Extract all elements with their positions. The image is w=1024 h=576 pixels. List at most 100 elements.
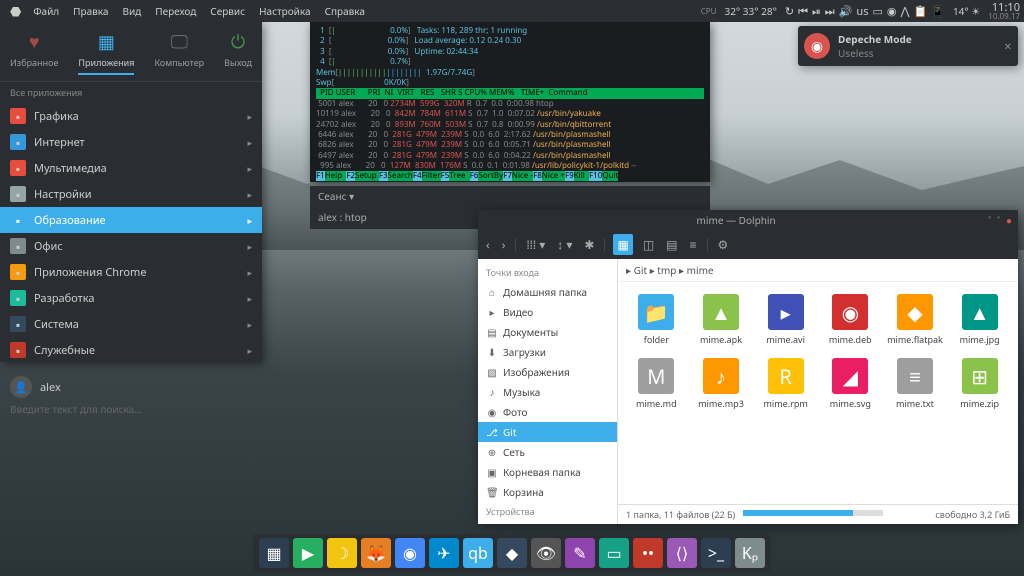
category-item[interactable]: ▪Разработка▸	[0, 285, 262, 311]
launcher-tab[interactable]: ⏻Выход	[224, 30, 252, 75]
dock-item[interactable]: qb	[463, 538, 493, 568]
close-icon[interactable]: ✕	[1004, 39, 1012, 53]
launcher-tab[interactable]: 🖵Компьютер	[154, 30, 204, 75]
launcher-tab[interactable]: ▦Приложения	[78, 30, 134, 75]
sidebar-item[interactable]: ⬇Загрузки	[478, 342, 617, 362]
file-item[interactable]: ▸mime.avi	[755, 290, 816, 350]
process-row[interactable]: 6826 alex 20 0 281G 479M 239M S 0.0 6.0 …	[316, 140, 704, 150]
terminal-session-bar[interactable]: Сеанс ▾	[310, 186, 710, 206]
category-item[interactable]: ▪Настройки▸	[0, 181, 262, 207]
file-item[interactable]: ▲mime.apk	[691, 290, 752, 350]
menu-item[interactable]: Справка	[319, 2, 371, 20]
clipboard-icon[interactable]: 📋	[914, 4, 928, 19]
weather[interactable]: 14° ☀	[953, 4, 980, 18]
dock-item[interactable]: ☽	[327, 538, 357, 568]
process-row[interactable]: 10119 alex 20 0 842M 784M 611M S 0.7 1.0…	[316, 109, 704, 119]
menu-item[interactable]: Файл	[27, 2, 65, 20]
menu-icon[interactable]: ⚙	[716, 234, 731, 255]
category-item[interactable]: ▪Мультимедиа▸	[0, 155, 262, 181]
process-row[interactable]: 6497 alex 20 0 281G 479M 239M S 0.0 6.0 …	[316, 151, 704, 161]
category-item[interactable]: ▪Офис▸	[0, 233, 262, 259]
file-item[interactable]: ≡mime.txt	[885, 354, 946, 414]
clock[interactable]: 11:10 10.09.17	[988, 2, 1020, 21]
file-item[interactable]: 📁folder	[626, 290, 687, 350]
sidebar-item[interactable]: ♪Музыка	[478, 382, 617, 402]
file-item[interactable]: ⊞mime.zip	[949, 354, 1010, 414]
maximize-icon[interactable]: ˄	[997, 213, 1000, 227]
process-row[interactable]: 5001 alex 20 0 2734M 599G 320M R 0.7 0.0…	[316, 99, 704, 109]
dock-item[interactable]: ⟨⟩	[667, 538, 697, 568]
sort-icon[interactable]: ↕ ▾	[555, 234, 574, 255]
minimize-icon[interactable]: ˅	[988, 213, 991, 227]
dock-item[interactable]: ✈	[429, 538, 459, 568]
sidebar-item[interactable]: ▭Multimedia	[478, 521, 617, 524]
menu-item[interactable]: Вид	[116, 2, 147, 20]
menu-item[interactable]: Переход	[149, 2, 202, 20]
launcher-tab[interactable]: ♥Избранное	[10, 30, 58, 75]
view-list-icon[interactable]: ▤	[664, 234, 679, 255]
back-icon[interactable]: ‹	[484, 234, 492, 255]
file-item[interactable]: ◢mime.svg	[820, 354, 881, 414]
kde-logo[interactable]: ⬣	[4, 2, 27, 20]
dock-item[interactable]: ••	[633, 538, 663, 568]
sidebar-item[interactable]: ⌂Домашняя папка	[478, 282, 617, 302]
bluetooth-icon[interactable]: ⋀	[901, 4, 910, 19]
media-next-icon[interactable]: ⏭	[825, 4, 835, 19]
sidebar-item[interactable]: ⎇Git	[478, 422, 617, 442]
dock-item[interactable]: ▶	[293, 538, 323, 568]
file-item[interactable]: ◆mime.flatpak	[885, 290, 946, 350]
file-item[interactable]: ▲mime.jpg	[949, 290, 1010, 350]
window-titlebar[interactable]: mime — Dolphin ˅ ˄ ●	[478, 210, 1018, 230]
process-row[interactable]: 995 alex 20 0 127M 830M 176M S 0.0 0.1 0…	[316, 161, 704, 171]
file-item[interactable]: Rmime.rpm	[755, 354, 816, 414]
view-icons-icon[interactable]: ⁞⁞⁞ ▾	[524, 234, 547, 255]
category-item[interactable]: ▪Система▸	[0, 311, 262, 337]
dock-item[interactable]: 🦊	[361, 538, 391, 568]
category-item[interactable]: ▪Образование▸	[0, 207, 262, 233]
keyboard-icon[interactable]: us	[856, 4, 868, 19]
file-item[interactable]: ♪mime.mp3	[691, 354, 752, 414]
dock-item[interactable]: 👁	[531, 538, 561, 568]
system-tray[interactable]: ↻ ⏮ ⏯ ⏭ 🔊 us ▭ ◉ ⋀ 📋 📱	[785, 4, 945, 19]
sidebar-item[interactable]: ▸Видео	[478, 302, 617, 322]
process-row[interactable]: 24702 alex 20 0 893M 760M 503M S 0.7 0.8…	[316, 120, 704, 130]
media-play-icon[interactable]: ⏯	[812, 4, 821, 19]
dock-item[interactable]: Kₚ	[735, 538, 765, 568]
breadcrumb[interactable]: ▸ Git ▸ tmp ▸ mime	[618, 259, 1018, 282]
sidebar-item[interactable]: 🗑Корзина	[478, 482, 617, 502]
view-grid-icon[interactable]: ▦	[613, 234, 632, 255]
sidebar-item[interactable]: ▤Документы	[478, 322, 617, 342]
sidebar-item[interactable]: ◉Фото	[478, 402, 617, 422]
media-prev-icon[interactable]: ⏮	[798, 4, 808, 19]
battery-icon[interactable]: ▭	[872, 4, 882, 19]
media-notification[interactable]: ◉ Depeche Mode Useless ✕	[798, 26, 1018, 66]
view-detail-icon[interactable]: ≡	[688, 234, 699, 255]
dock-item[interactable]: ▦	[259, 538, 289, 568]
category-item[interactable]: ▪Интернет▸	[0, 129, 262, 155]
dock-item[interactable]: ▭	[599, 538, 629, 568]
search-input[interactable]: Введите текст для поиска...	[0, 400, 262, 424]
settings-icon[interactable]: ✱	[582, 234, 596, 255]
menu-item[interactable]: Правка	[67, 2, 114, 20]
file-item[interactable]: ◉mime.deb	[820, 290, 881, 350]
phone-icon[interactable]: 📱	[931, 4, 945, 19]
forward-icon[interactable]: ›	[500, 234, 508, 255]
terminal-output[interactable]: 1 [| 0.0%] Tasks: 118, 289 thr; 1 runnin…	[310, 22, 710, 186]
category-item[interactable]: ▪Графика▸	[0, 103, 262, 129]
dock-item[interactable]: >_	[701, 538, 731, 568]
volume-icon[interactable]: 🔊	[839, 4, 853, 19]
category-item[interactable]: ▪Приложения Chrome▸	[0, 259, 262, 285]
process-row[interactable]: 6446 alex 20 0 281G 479M 239M S 0.0 6.0 …	[316, 130, 704, 140]
launcher-user[interactable]: 👤 alex	[0, 367, 262, 400]
file-item[interactable]: Mmime.md	[626, 354, 687, 414]
category-item[interactable]: ▪Служебные▸	[0, 337, 262, 363]
menu-item[interactable]: Сервис	[204, 2, 251, 20]
network-icon[interactable]: ◉	[887, 4, 897, 19]
sidebar-item[interactable]: ⊕Сеть	[478, 442, 617, 462]
dock-item[interactable]: ◉	[395, 538, 425, 568]
sync-icon[interactable]: ↻	[785, 4, 794, 19]
dock-item[interactable]: ✎	[565, 538, 595, 568]
view-split-icon[interactable]: ◫	[641, 234, 656, 255]
menu-item[interactable]: Настройка	[253, 2, 316, 20]
sidebar-item[interactable]: ▧Изображения	[478, 362, 617, 382]
